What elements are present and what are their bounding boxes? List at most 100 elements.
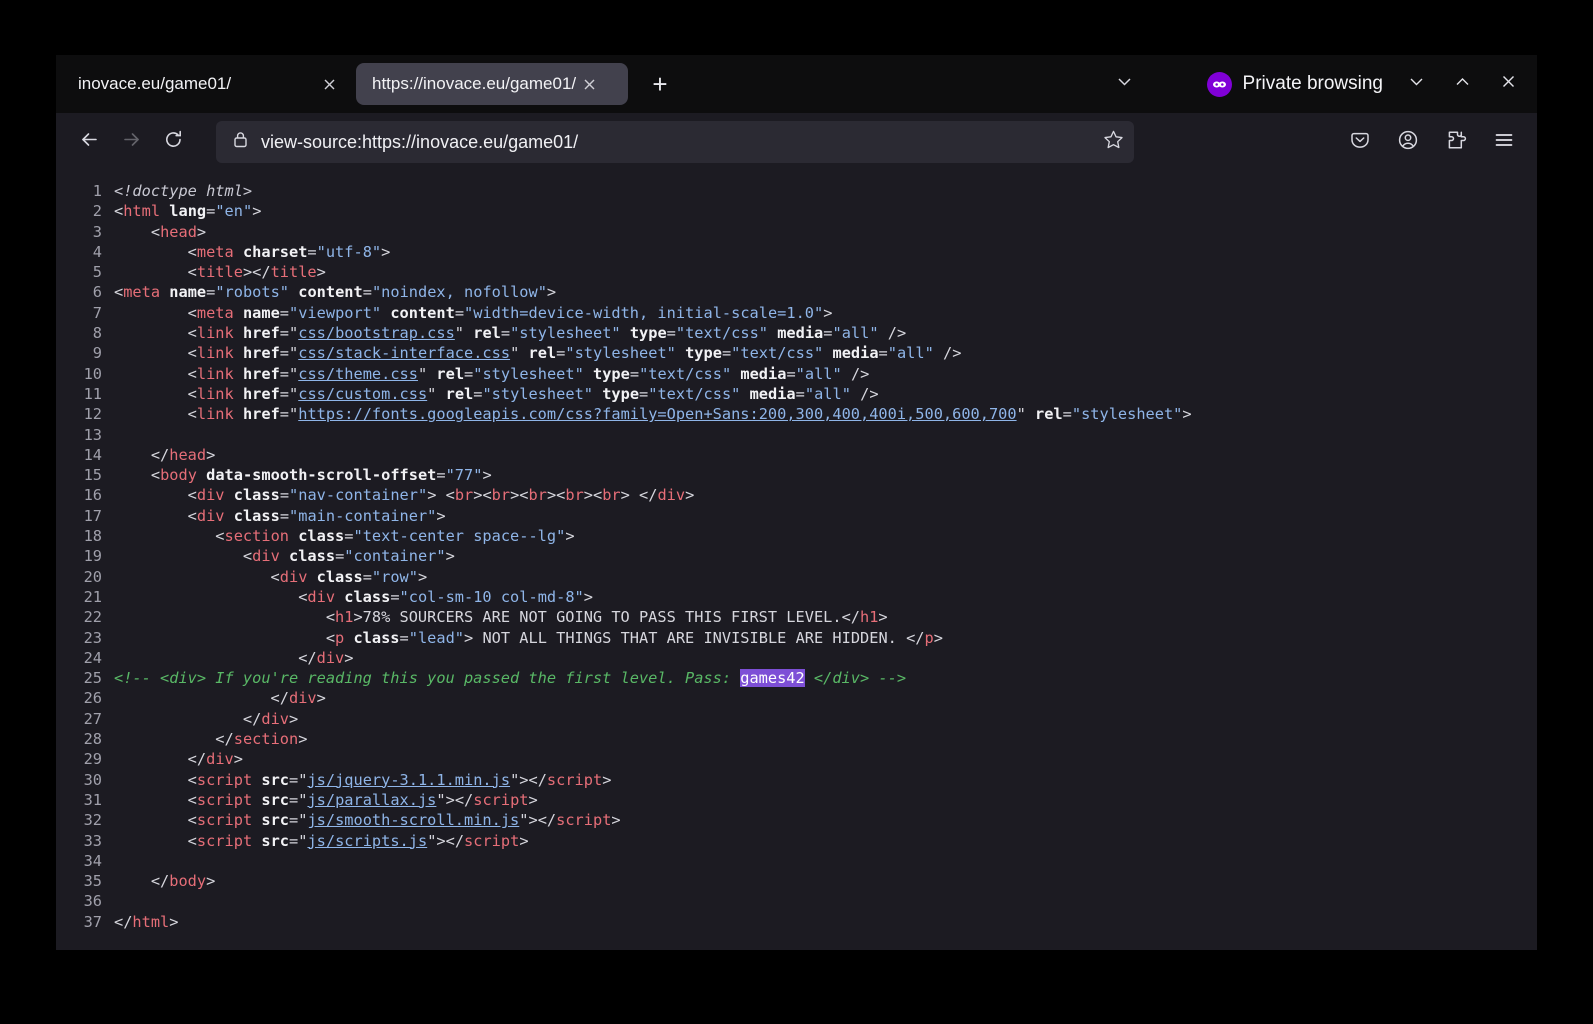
- source-value: "text/css": [639, 364, 732, 383]
- browser-tab-2[interactable]: https://inovace.eu/game01/: [356, 63, 628, 105]
- source-tag: title: [270, 263, 317, 282]
- close-icon[interactable]: [316, 71, 342, 97]
- source-attribute: class: [316, 567, 363, 586]
- source-text: =: [279, 324, 290, 343]
- source-text: <: [114, 811, 197, 830]
- source-attribute: rel: [436, 364, 465, 383]
- view-source-content[interactable]: 1 <!doctype html> 2 <html lang="en"> 3 <head…: [56, 171, 1537, 950]
- source-link[interactable]: css/custom.css: [298, 385, 427, 403]
- source-attribute: class: [289, 547, 336, 566]
- line-number: 36: [83, 892, 102, 911]
- source-text: =: [279, 344, 290, 363]
- address-bar[interactable]: view-source:https://inovace.eu/game01/: [216, 121, 1134, 163]
- source-text: [381, 304, 390, 322]
- source-value: "nav-container": [289, 486, 428, 505]
- source-tag: div: [316, 648, 345, 667]
- line-number: 2: [92, 202, 102, 221]
- source-comment: </div> -->: [804, 669, 907, 688]
- source-attribute: type: [685, 344, 722, 363]
- source-tag: div: [279, 567, 308, 586]
- source-text: [621, 324, 630, 342]
- source-link[interactable]: js/scripts.js: [307, 832, 427, 850]
- source-doctype: <!doctype html>: [114, 182, 253, 200]
- account-button[interactable]: [1387, 121, 1429, 163]
- source-tag: meta: [123, 283, 161, 302]
- source-attribute: content: [390, 303, 455, 322]
- source-text: =: [399, 628, 409, 647]
- close-icon[interactable]: [576, 71, 602, 97]
- source-text: <: [114, 547, 253, 566]
- source-text: <: [114, 831, 197, 850]
- source-text: </: [114, 445, 170, 464]
- source-text: >: [823, 303, 833, 322]
- source-text: [1026, 405, 1035, 423]
- source-text: <: [114, 506, 197, 525]
- source-text: </: [114, 750, 207, 769]
- source-link[interactable]: js/parallax.js: [307, 791, 436, 809]
- source-text: </: [906, 628, 925, 647]
- source-text: >: [196, 222, 207, 241]
- source-text: [464, 324, 473, 342]
- source-link[interactable]: css/bootstrap.css: [298, 324, 455, 342]
- line-number: 27: [83, 709, 102, 728]
- source-tag: head: [160, 222, 197, 241]
- line-number: 11: [83, 384, 102, 403]
- source-line: 28 </section>: [56, 729, 1537, 749]
- source-text: =: [721, 344, 732, 363]
- back-button[interactable]: [68, 121, 110, 163]
- pocket-button[interactable]: [1339, 121, 1381, 163]
- star-icon[interactable]: [1103, 129, 1124, 155]
- source-attribute: class: [353, 628, 400, 647]
- app-menu-button[interactable]: [1483, 121, 1525, 163]
- source-link[interactable]: css/stack-interface.css: [298, 344, 510, 362]
- source-text: ><: [546, 486, 566, 505]
- window-maximize-button[interactable]: [1439, 55, 1485, 113]
- reload-button[interactable]: [152, 121, 194, 163]
- source-tag: script: [196, 831, 253, 850]
- source-value: "utf-8": [316, 242, 382, 261]
- source-link[interactable]: js/jquery-3.1.1.min.js: [307, 771, 510, 789]
- source-attribute: name: [242, 303, 280, 322]
- url-text[interactable]: view-source:https://inovace.eu/game01/: [261, 132, 1091, 153]
- source-tag: body: [169, 872, 207, 891]
- extensions-button[interactable]: [1435, 121, 1477, 163]
- source-text: ": [427, 384, 437, 403]
- source-text: [289, 527, 298, 545]
- source-attribute: class: [298, 527, 345, 546]
- list-all-tabs-button[interactable]: [1103, 64, 1147, 104]
- line-number: 1: [92, 182, 102, 200]
- new-tab-button[interactable]: +: [642, 66, 678, 102]
- tab-title: inovace.eu/game01/: [78, 74, 232, 93]
- browser-tab-1[interactable]: inovace.eu/game01/: [62, 63, 352, 105]
- hamburger-menu-icon: [1493, 129, 1515, 156]
- source-text: [307, 568, 316, 586]
- source-value: "all": [832, 324, 879, 343]
- source-text: =: [436, 466, 446, 485]
- forward-button[interactable]: [110, 121, 152, 163]
- source-line: 36: [56, 891, 1537, 911]
- source-text: <: [114, 466, 161, 485]
- pocket-icon: [1349, 129, 1371, 156]
- source-text: [160, 283, 169, 301]
- source-tag: script: [546, 770, 603, 789]
- source-text: >: [417, 567, 428, 586]
- line-number: 18: [83, 527, 102, 546]
- source-text: </: [114, 730, 234, 749]
- source-value: "main-container": [289, 506, 437, 525]
- source-text: =: [390, 587, 400, 606]
- line-number: 37: [83, 912, 102, 931]
- line-number: 29: [83, 750, 102, 769]
- source-link[interactable]: js/smooth-scroll.min.js: [307, 811, 519, 829]
- source-text: [234, 344, 243, 362]
- source-link[interactable]: https://fonts.googleapis.com/css?family=…: [298, 405, 1016, 423]
- window-minimize-button[interactable]: [1393, 55, 1439, 113]
- window-close-button[interactable]: [1485, 55, 1531, 113]
- source-text: >: [565, 527, 575, 546]
- source-text: >: [344, 648, 354, 667]
- source-link[interactable]: css/theme.css: [298, 365, 418, 383]
- source-text: >: [1182, 405, 1192, 424]
- source-text: <: [114, 364, 197, 383]
- source-text: =: [795, 384, 805, 403]
- source-text: [252, 771, 261, 789]
- source-line: 31 <script src="js/parallax.js"></script…: [56, 790, 1537, 810]
